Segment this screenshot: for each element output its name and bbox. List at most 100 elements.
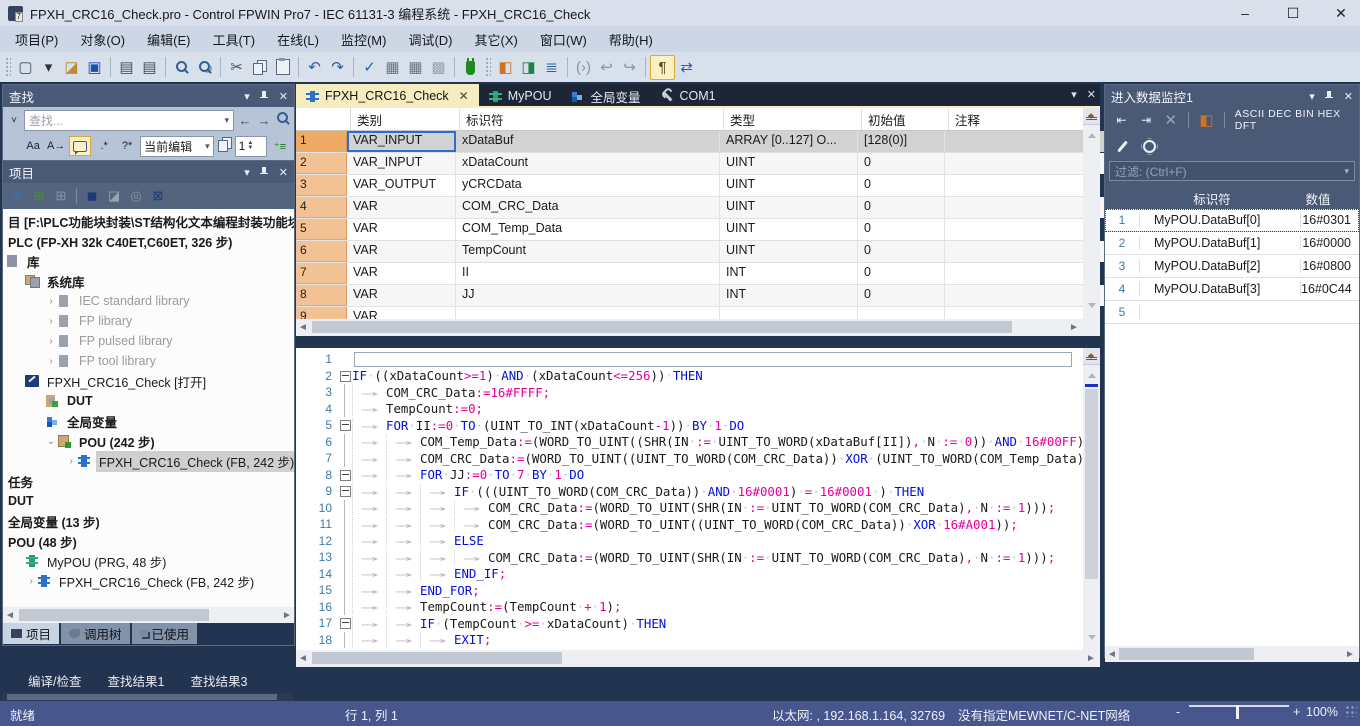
tree-item[interactable]: 任务 <box>3 471 294 491</box>
table-cell[interactable]: 0 <box>858 219 945 240</box>
menu-item-3[interactable]: 工具(T) <box>201 26 266 53</box>
column-header-2[interactable]: 类型 <box>724 108 862 130</box>
tree-item[interactable]: ›FPXH_CRC16_Check (FB, 242 步) <box>3 571 294 591</box>
table-cell[interactable]: VAR <box>347 197 456 218</box>
online-connect-icon[interactable] <box>459 56 482 79</box>
monitor-list-icon[interactable]: ≣ <box>540 56 563 79</box>
compile-icon[interactable]: ▦ <box>381 56 404 79</box>
stacked-pages-icon[interactable] <box>217 137 232 155</box>
table-cell[interactable]: 0 <box>858 197 945 218</box>
tree-item[interactable]: FPXH_CRC16_Check [打开] <box>3 371 294 391</box>
split-view-icon[interactable] <box>1083 348 1100 365</box>
monitor-blocks-icon[interactable]: ◧ <box>494 56 517 79</box>
find-icon[interactable] <box>170 56 193 79</box>
table-cell[interactable]: UINT <box>720 197 858 218</box>
table-cell[interactable]: 0 <box>858 175 945 196</box>
table-row[interactable]: 2VAR_INPUTxDataCountUINT0 <box>296 153 1100 175</box>
monitor-horizontal-scrollbar[interactable]: ◄► <box>1105 646 1359 662</box>
panel-tab-调用树[interactable]: 调用树 <box>61 623 130 644</box>
monitor-blocks-icon[interactable]: ◧ <box>1196 109 1217 132</box>
menu-item-8[interactable]: 窗口(W) <box>529 26 598 53</box>
expander-icon[interactable]: › <box>65 456 77 467</box>
table-cell[interactable]: VAR_OUTPUT <box>347 175 456 196</box>
table-cell[interactable]: 0 <box>858 241 945 262</box>
document-tab-MyPOU[interactable]: MyPOU <box>479 84 562 108</box>
table-cell[interactable]: 0 <box>858 263 945 284</box>
code-line[interactable]: 2IF·((xDataCount>=1)·AND·(xDataCount<=25… <box>296 368 1100 385</box>
menu-item-5[interactable]: 监控(M) <box>330 26 398 53</box>
split-view-icon[interactable] <box>1083 108 1100 125</box>
monitor-value[interactable]: 16#0800 <box>1301 259 1359 273</box>
message-scrollbar[interactable] <box>2 693 293 701</box>
menu-item-0[interactable]: 项目(P) <box>4 26 69 53</box>
menu-item-6[interactable]: 调试(D) <box>397 26 463 53</box>
column-header-1[interactable]: 标识符 <box>460 108 724 130</box>
fold-collapse-icon[interactable] <box>340 420 351 431</box>
tree-item[interactable]: 库 <box>3 251 294 271</box>
code-line[interactable]: 5→FOR·II:=0·TO·(UINT_TO_INT(xDataCount-1… <box>296 417 1100 434</box>
fold-collapse-icon[interactable] <box>340 371 351 382</box>
table-horizontal-scrollbar[interactable]: ◄► <box>296 319 1083 336</box>
monitor-value[interactable]: 16#0000 <box>1301 236 1359 250</box>
nav-forward-icon[interactable]: ↪ <box>618 56 641 79</box>
code-line[interactable]: 17→→IF·(TempCount·>=·xDataCount)·THEN <box>296 615 1100 632</box>
table-cell[interactable]: yCRCData <box>456 175 720 196</box>
tree-item[interactable]: POU (48 步) <box>3 531 294 551</box>
copy-icon[interactable] <box>248 56 271 79</box>
table-editor-splitter[interactable] <box>296 336 1100 348</box>
goto-parens-icon[interactable]: (›) <box>572 56 595 79</box>
regex-wildcard-button[interactable]: ?* <box>117 137 137 155</box>
print-preview-icon[interactable]: ▤ <box>115 56 138 79</box>
fold-margin[interactable] <box>338 384 352 401</box>
tab-list-dropdown-icon[interactable]: ▾ <box>1071 88 1077 101</box>
match-word-button[interactable]: A→ <box>46 137 66 155</box>
monitor-row[interactable]: 4MyPOU.DataBuf[3]16#0C44 <box>1105 278 1359 301</box>
fold-margin[interactable] <box>338 351 352 368</box>
swap-window-icon[interactable]: ⇄ <box>675 56 698 79</box>
expander-icon[interactable]: › <box>45 316 57 327</box>
tree-horizontal-scrollbar[interactable]: ◄► <box>3 607 294 623</box>
panel-menu-icon[interactable]: ▾ <box>1309 90 1315 103</box>
table-row[interactable]: 3VAR_OUTPUTyCRCDataUINT0 <box>296 175 1100 197</box>
fold-collapse-icon[interactable] <box>340 618 351 629</box>
code-line[interactable]: 10→→→→COM_CRC_Data:=(WORD_TO_UINT(SHR(IN… <box>296 500 1100 517</box>
menu-item-9[interactable]: 帮助(H) <box>598 26 664 53</box>
close-icon[interactable]: ✕ <box>279 90 288 103</box>
undo-icon[interactable]: ↶ <box>303 56 326 79</box>
expander-icon[interactable]: › <box>45 296 57 307</box>
new-dropdown-icon[interactable]: ▾ <box>37 56 60 79</box>
dropdown-arrow-icon[interactable]: ▾ <box>224 115 229 126</box>
monitor-value[interactable]: 16#0C44 <box>1301 282 1360 296</box>
code-line[interactable]: 12→→→ELSE <box>296 533 1100 550</box>
table-row[interactable]: 7VARIIINT0 <box>296 263 1100 285</box>
menu-item-7[interactable]: 其它(X) <box>464 26 529 53</box>
document-tab-全局变量[interactable]: 全局变量 <box>561 84 650 108</box>
view-object-icon[interactable]: ◎ <box>126 186 146 206</box>
monitor-identifier[interactable]: MyPOU.DataBuf[2] <box>1140 259 1301 273</box>
table-cell[interactable]: VAR <box>347 263 456 284</box>
tree-item[interactable]: 目 [F:\PLC功能块封装\ST结构化文本编程封装功能块\ <box>3 211 294 231</box>
add-to-list-icon[interactable]: ⁺≡ <box>270 137 290 155</box>
table-cell[interactable]: VAR <box>347 219 456 240</box>
column-header-3[interactable]: 初始值 <box>862 108 949 130</box>
table-cell[interactable]: xDataCount <box>456 153 720 174</box>
fold-margin[interactable] <box>338 516 352 533</box>
table-vertical-scrollbar[interactable] <box>1083 108 1100 336</box>
monitor-identifier[interactable]: MyPOU.DataBuf[1] <box>1140 236 1301 250</box>
monitor-row[interactable]: 5 <box>1105 301 1359 324</box>
open-icon[interactable]: ◪ <box>60 56 83 79</box>
pin-icon[interactable] <box>260 166 269 179</box>
fold-collapse-icon[interactable] <box>340 470 351 481</box>
edit-pencil-icon[interactable] <box>1111 135 1134 158</box>
code-line[interactable]: 3→COM_CRC_Data:=16#FFFF; <box>296 384 1100 401</box>
fold-margin[interactable] <box>338 566 352 583</box>
monitor-row[interactable]: 2MyPOU.DataBuf[1]16#0000 <box>1105 232 1359 255</box>
fold-margin[interactable] <box>338 615 352 632</box>
show-whitespace-icon[interactable]: ¶ <box>650 55 675 80</box>
zoom-slider[interactable] <box>1189 705 1289 707</box>
find-previous-button[interactable]: ← <box>237 113 253 128</box>
fold-margin[interactable] <box>338 549 352 566</box>
filter-input[interactable]: 过滤: (Ctrl+F) ▾ <box>1109 161 1355 181</box>
menu-item-2[interactable]: 编辑(E) <box>136 26 201 53</box>
code-line[interactable]: 11→→→→COM_CRC_Data:=(WORD_TO_UINT((UINT_… <box>296 516 1100 533</box>
